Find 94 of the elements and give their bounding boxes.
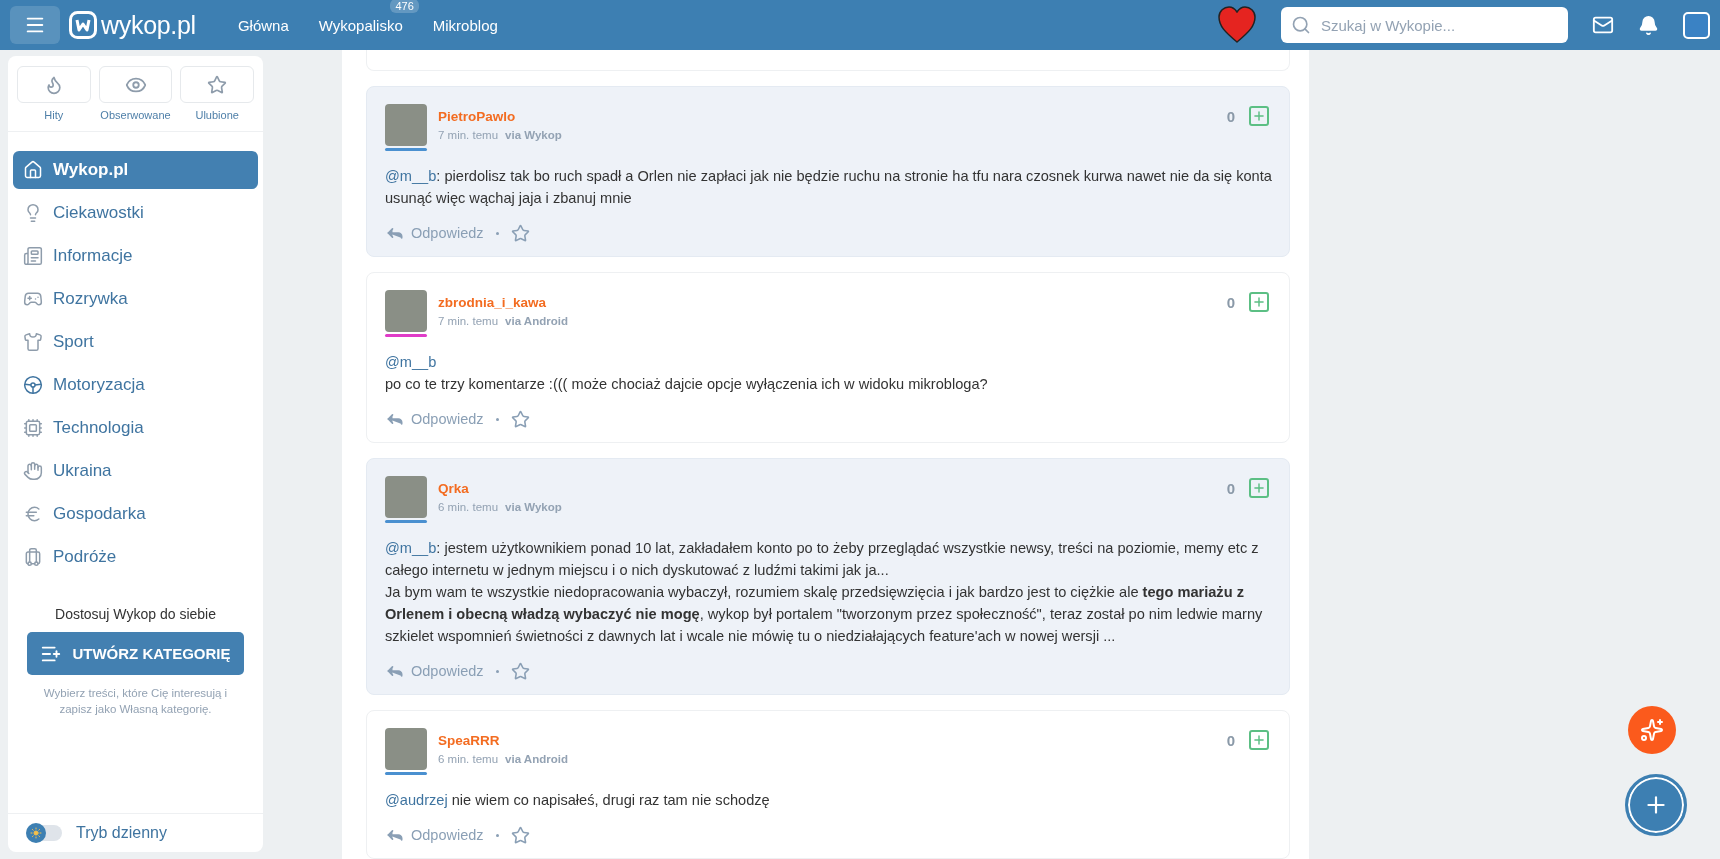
luggage-icon xyxy=(23,547,43,567)
sidebar-item[interactable]: Rozrywka xyxy=(13,280,258,318)
sidebar-item[interactable]: Ciekawostki xyxy=(13,194,258,232)
upvote-button[interactable] xyxy=(1249,478,1269,498)
mail-button[interactable] xyxy=(1592,14,1614,36)
create-category-button[interactable]: UTWÓRZ KATEGORIĘ xyxy=(27,632,244,675)
favorite-button[interactable] xyxy=(510,825,530,845)
shirt-icon xyxy=(23,332,43,352)
post-source: via Android xyxy=(505,315,568,327)
comment-text: po co te trzy komentarze :((( może chociaż dajcie opcje wyłączenia ich w widoku mikrobloga? xyxy=(385,375,989,394)
comment-text: @m__b: pierdolisz tak bo ruch spadł a Orlen nie zapłaci jak nie będzie ruchu na stronie ha tfu nara czosnek kurwa nawet nie da się konta usunąć więc wąchaj jaja i zbanuj mnie xyxy=(385,167,1273,208)
separator-dot xyxy=(495,417,499,421)
logo-icon xyxy=(69,11,97,39)
sidebar-item[interactable]: Technologia xyxy=(13,409,258,447)
vote-count: 0 xyxy=(1226,293,1235,311)
sidebar-item[interactable]: Podróże xyxy=(13,538,258,576)
gamepad-icon xyxy=(23,289,43,309)
hint-text: Wybierz treści, które Cię interesują i zapisz jako Własną kategorię. xyxy=(42,686,229,717)
shortcut-button[interactable] xyxy=(98,66,173,103)
post-time: 7 min. temu xyxy=(438,315,499,327)
shortcut-label[interactable]: Ulubione xyxy=(195,109,239,121)
post-time: 6 min. temu xyxy=(438,501,499,513)
steering-wheel-icon xyxy=(23,375,43,395)
sidebar-item[interactable]: Motoryzacja xyxy=(13,366,258,404)
plus-icon xyxy=(1252,733,1266,747)
notifications-button[interactable] xyxy=(1638,14,1659,36)
author-link[interactable]: SpeaRRR xyxy=(438,733,1216,748)
vote-count: 0 xyxy=(1226,731,1235,749)
star-icon xyxy=(510,661,530,681)
plus-icon xyxy=(1252,109,1266,123)
sidebar-item[interactable]: Wykop.pl xyxy=(13,151,258,189)
favorite-button[interactable] xyxy=(510,409,530,429)
user-avatar[interactable] xyxy=(1683,11,1710,39)
shortcut-label[interactable]: Hity xyxy=(44,109,64,121)
sidebar-item[interactable]: Gospodarka xyxy=(13,495,258,533)
customize-title: Dostosuj Wykop do siebie xyxy=(55,606,216,622)
heart-icon[interactable] xyxy=(1217,6,1257,44)
star-icon xyxy=(510,223,530,243)
star-icon xyxy=(207,74,228,95)
home-icon xyxy=(23,160,43,180)
chip-icon xyxy=(23,418,43,438)
favorite-button[interactable] xyxy=(510,223,530,243)
separator-dot xyxy=(495,833,499,837)
vote-count: 0 xyxy=(1226,107,1235,125)
mention-link[interactable]: @audrzej xyxy=(385,792,448,808)
plus-icon xyxy=(1252,481,1266,495)
sparkle-button[interactable] xyxy=(1628,706,1676,754)
plus-icon xyxy=(1252,295,1266,309)
reply-button[interactable]: Odpowiedz xyxy=(385,661,484,681)
count-badge: 476 xyxy=(390,0,419,13)
mail-icon xyxy=(1592,14,1614,36)
favorite-button[interactable] xyxy=(510,661,530,681)
upvote-button[interactable] xyxy=(1249,106,1269,126)
sidebar-item[interactable]: Sport xyxy=(13,323,258,361)
upvote-button[interactable] xyxy=(1249,292,1269,312)
shortcut-button[interactable] xyxy=(17,66,91,103)
star-icon xyxy=(510,409,530,429)
star-icon xyxy=(510,825,530,845)
hand-icon xyxy=(23,461,43,481)
reply-button[interactable]: Odpowiedz xyxy=(385,409,484,429)
sun-icon xyxy=(30,827,42,839)
search-field[interactable]: Szukaj w Wykopie... xyxy=(1281,7,1568,43)
author-link[interactable]: zbrodnia_i_kawa xyxy=(438,295,1216,310)
menu-button[interactable] xyxy=(10,6,60,44)
mention-link[interactable]: @m__b xyxy=(385,354,437,370)
post-source: via Android xyxy=(505,753,568,765)
theme-toggle[interactable] xyxy=(26,825,62,841)
upvote-button[interactable] xyxy=(1249,730,1269,750)
author-link[interactable]: PietroPawlo xyxy=(438,109,1216,124)
search-icon xyxy=(1291,15,1311,35)
comment-text: @audrzej nie wiem co napisałeś, drugi raz tam nie schodzę xyxy=(385,791,771,810)
separator-dot xyxy=(495,231,499,235)
comment-text: Ja bym wam te wszystkie niedopracowania wybaczył, rozumiem skalę przedsięwzięcia i jak bardzo jest to ciężkie ale tego mariażu z Orlenem i obecną władzą wybaczyć nie mogę, wykop był portalem "tworzonym przez społeczność", teraz został po nim ledwie marny szkielet wspomnień świetności z dawnych lat i wcale nie mówię tu o niedziałających feature'ach w nowej wersji ... xyxy=(385,583,1264,646)
nav-link[interactable]: Mikroblog xyxy=(432,16,498,34)
separator-dot xyxy=(495,669,499,673)
reply-button[interactable]: Odpowiedz xyxy=(385,223,484,243)
sidebar-item[interactable]: Informacje xyxy=(13,237,258,275)
post-time: 6 min. temu xyxy=(438,753,499,765)
toggle-label: Tryb dzienny xyxy=(76,824,167,842)
post-source: via Wykop xyxy=(505,501,562,513)
comment-text: @m__b: jestem użytkownikiem ponad 10 lat, zakładałem konto po to żeby przeglądać wszystkie newsy, treści na poziomie, memy etc z całego internetu w jednym miejscu i o nich dyskutować z ludźmi takimi jak ja... xyxy=(385,539,1260,580)
shortcut-label[interactable]: Obserwowane xyxy=(100,109,171,121)
post-source: via Wykop xyxy=(505,129,562,141)
post-time: 7 min. temu xyxy=(438,129,499,141)
sidebar-item[interactable]: Ukraina xyxy=(13,452,258,490)
author-link[interactable]: Qrka xyxy=(438,481,1216,496)
bell-icon xyxy=(1638,14,1659,36)
sparkle-icon xyxy=(1640,718,1664,742)
reply-button[interactable]: Odpowiedz xyxy=(385,825,484,845)
nav-link[interactable]: Główna xyxy=(237,16,289,34)
shortcut-button[interactable] xyxy=(180,66,254,103)
logo-link[interactable]: wykop.pl xyxy=(69,10,196,40)
newspaper-icon xyxy=(23,246,43,266)
vote-count: 0 xyxy=(1226,479,1235,497)
